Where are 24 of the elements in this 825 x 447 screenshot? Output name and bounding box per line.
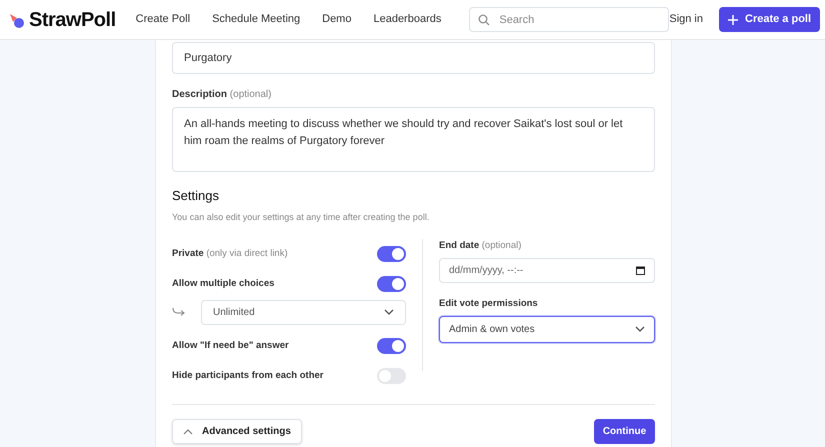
nav-link[interactable]: Schedule Meeting xyxy=(212,11,300,28)
setting-label: Private (only via direct link) xyxy=(172,246,288,261)
setting-label: Allow "If need be" answer xyxy=(172,338,289,353)
nav-link[interactable]: Demo xyxy=(322,11,352,28)
sign-in-link[interactable]: Sign in xyxy=(669,11,703,28)
continue-button[interactable]: Continue xyxy=(594,419,655,444)
title-field[interactable]: Purgatory xyxy=(172,42,655,74)
description-field[interactable]: An all-hands meeting to discuss whether we should try and recover Saikat's lost soul or let him roam the realms of Purgatory forever xyxy=(172,107,655,172)
section-title: Settings xyxy=(172,187,220,205)
field-label: End date (optional) xyxy=(439,239,522,253)
setting-label: Allow multiple choices xyxy=(172,276,274,291)
nav-link[interactable]: Leaderboards xyxy=(373,11,442,28)
section-subtitle: You can also edit your settings at any time after creating the poll. xyxy=(172,210,430,224)
search-field[interactable]: Search xyxy=(469,7,670,32)
field-label: Edit vote permissions xyxy=(439,297,539,312)
permissions-select[interactable]: Admin & own votes xyxy=(439,316,655,342)
nav-link[interactable]: Create Poll xyxy=(136,11,190,28)
limit-select[interactable]: Unlimited xyxy=(201,300,406,324)
logo-text[interactable]: StrawPoll xyxy=(29,4,116,34)
field-label: Description (optional) xyxy=(172,88,272,102)
setting-label: Hide participants from each other xyxy=(172,368,324,383)
end-date-field[interactable]: dd/mm/yyyy, --:-- xyxy=(439,258,655,284)
advanced-settings-button[interactable]: Advanced settings xyxy=(172,419,302,444)
create-poll-button[interactable]: Create a poll xyxy=(719,7,820,32)
